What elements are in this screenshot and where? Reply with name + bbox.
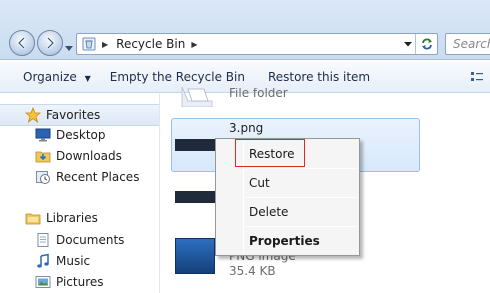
nav-recent-places-label: Recent Places — [56, 170, 140, 184]
context-menu-delete[interactable]: Delete — [249, 203, 288, 221]
refresh-icon — [421, 38, 432, 50]
nav-libraries-label: Libraries — [46, 211, 98, 225]
star-icon — [24, 106, 42, 124]
pictures-icon — [35, 274, 51, 290]
nav-documents-label: Documents — [56, 233, 125, 247]
libraries-icon — [25, 210, 41, 226]
back-button[interactable] — [9, 30, 35, 56]
nav-favorites-label: Favorites — [46, 108, 101, 122]
chevron-down-icon — [65, 46, 73, 51]
nav-pictures[interactable]: Pictures — [35, 272, 104, 292]
restore-this-item-button[interactable]: Restore this item — [256, 70, 381, 84]
file-size: 35.4 KB — [229, 264, 276, 278]
music-icon — [35, 253, 51, 269]
context-menu-separator — [246, 226, 358, 227]
nav-recent-places[interactable]: Recent Places — [35, 167, 139, 187]
refresh-button[interactable] — [415, 34, 437, 54]
nav-desktop[interactable]: Desktop — [35, 125, 106, 145]
recycle-bin-icon — [81, 36, 97, 52]
breadcrumb-separator-icon[interactable]: ▶ — [102, 40, 108, 49]
nav-downloads[interactable]: Downloads — [35, 146, 122, 166]
context-menu-properties[interactable]: Properties — [249, 232, 320, 250]
nav-music[interactable]: Music — [35, 251, 90, 271]
organize-label: Organize — [23, 70, 77, 84]
organize-menu[interactable]: Organize ▼ — [0, 70, 102, 84]
view-options-icon[interactable] — [470, 70, 484, 84]
nav-downloads-label: Downloads — [56, 149, 122, 163]
search-input[interactable]: Search — [445, 33, 490, 55]
navigation-pane: Favorites Desktop Downloads Recent Place… — [0, 94, 160, 293]
png-file-thumbnail[interactable] — [175, 238, 215, 274]
nav-desktop-label: Desktop — [56, 128, 106, 142]
arrow-left-icon — [16, 36, 26, 50]
address-bar[interactable]: ▶ Recycle Bin ▶ — [76, 33, 438, 55]
desktop-icon — [35, 127, 51, 143]
recent-pages-dropdown[interactable] — [65, 41, 73, 51]
chevron-down-icon — [404, 41, 412, 46]
recent-places-icon — [35, 169, 51, 185]
nav-music-label: Music — [56, 254, 91, 268]
context-menu-separator — [246, 168, 358, 169]
folder-item-thumbnail[interactable] — [178, 86, 214, 108]
breadcrumb-item[interactable]: Recycle Bin — [116, 37, 185, 51]
chevron-down-icon: ▼ — [84, 74, 91, 83]
forward-button[interactable] — [37, 30, 63, 56]
empty-recycle-bin-button[interactable]: Empty the Recycle Bin — [102, 70, 256, 84]
nav-pictures-label: Pictures — [56, 275, 104, 289]
nav-documents[interactable]: Documents — [35, 230, 124, 250]
documents-icon — [35, 232, 51, 248]
folder-item-type: File folder — [229, 88, 288, 100]
folder-icon — [181, 86, 213, 108]
breadcrumb-separator-icon[interactable]: ▶ — [191, 40, 197, 49]
selected-file-name: 3.png — [229, 121, 264, 135]
file-thumbnail[interactable] — [175, 191, 217, 203]
restore-highlight-box — [235, 139, 305, 167]
nav-libraries[interactable]: Libraries — [25, 208, 98, 228]
nav-favorites[interactable]: Favorites — [24, 105, 101, 125]
context-menu-separator — [246, 197, 358, 198]
file-thumbnail — [175, 139, 217, 151]
downloads-folder-icon — [35, 148, 51, 164]
address-history-dropdown[interactable] — [401, 41, 415, 47]
arrow-right-icon — [46, 36, 56, 50]
context-menu-cut[interactable]: Cut — [249, 174, 270, 192]
